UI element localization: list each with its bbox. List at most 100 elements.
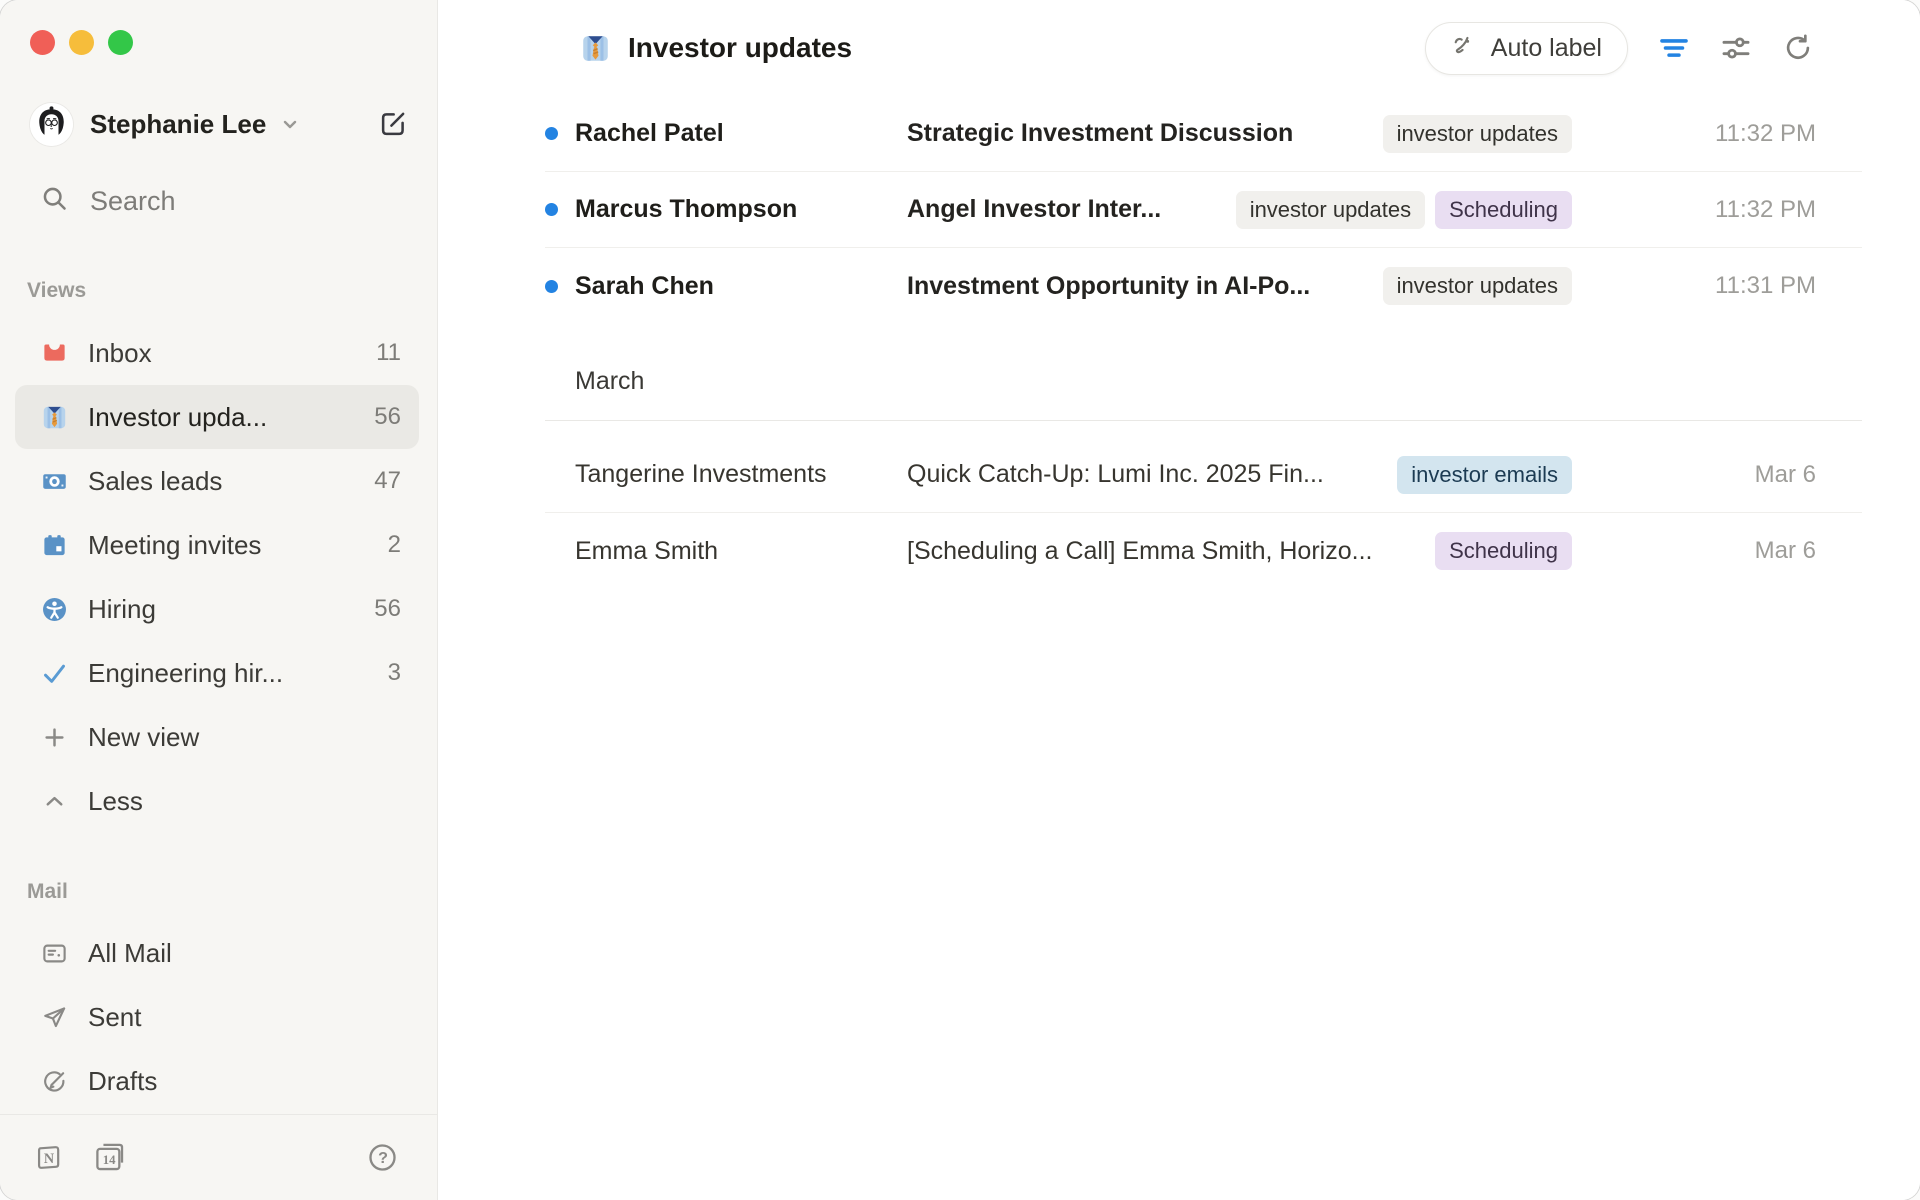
help-icon[interactable]: ? (367, 1142, 398, 1173)
mail-list-nav: All Mail Sent (0, 921, 437, 1113)
sidebar-item-engineering-hiring[interactable]: Engineering hir... 3 (15, 641, 419, 705)
unread-dot (545, 280, 558, 293)
views-section-label: Views (27, 279, 437, 303)
sidebar-footer: N 14 ? (0, 1114, 437, 1200)
plus-icon (40, 723, 68, 751)
sidebar-item-count: 11 (376, 339, 401, 367)
sidebar-item-label: Inbox (88, 338, 376, 369)
sidebar-item-all-mail[interactable]: All Mail (15, 921, 419, 985)
sidebar-item-hiring[interactable]: Hiring 56 (15, 577, 419, 641)
checkmark-icon (40, 659, 68, 687)
sidebar-item-label: Engineering hir... (88, 658, 388, 689)
sidebar-item-sent[interactable]: Sent (15, 985, 419, 1049)
unread-dot (545, 203, 558, 216)
chevron-up-icon (40, 787, 68, 815)
sidebar-item-drafts[interactable]: Drafts (15, 1049, 419, 1113)
close-button[interactable] (30, 30, 55, 55)
views-list: Inbox 11 Investor upda... 56 (0, 321, 437, 833)
compose-button[interactable] (375, 106, 411, 142)
email-row[interactable]: Rachel Patel Strategic Investment Discus… (545, 96, 1862, 172)
envelope-icon (40, 939, 68, 967)
window-controls (0, 0, 437, 55)
email-subject: Investment Opportunity in AI-Po... (907, 272, 1383, 301)
search-input[interactable]: Search (0, 176, 437, 226)
email-time: 11:32 PM (1572, 196, 1862, 224)
sidebar-item-meeting-invites[interactable]: Meeting invites 2 (15, 513, 419, 577)
email-row[interactable]: Tangerine Investments Quick Catch-Up: Lu… (545, 437, 1862, 513)
sidebar-item-sales-leads[interactable]: Sales leads 47 (15, 449, 419, 513)
svg-text:N: N (44, 1151, 55, 1167)
email-sender: Sarah Chen (575, 272, 907, 301)
new-view-button[interactable]: New view (15, 705, 419, 769)
pencil-circle-icon (40, 1067, 68, 1095)
email-time: Mar 6 (1572, 461, 1862, 489)
email-tag[interactable]: investor updates (1383, 115, 1572, 153)
month-section-header: March (575, 368, 1862, 394)
sidebar-item-count: 47 (374, 467, 401, 495)
email-tag[interactable]: investor updates (1383, 267, 1572, 305)
march-rows: Tangerine Investments Quick Catch-Up: Lu… (545, 437, 1862, 589)
display-settings-button[interactable] (1716, 28, 1756, 68)
sidebar-item-inbox[interactable]: Inbox 11 (15, 321, 419, 385)
email-sender: Emma Smith (575, 537, 907, 566)
necktie-emoji-icon (580, 33, 611, 64)
search-placeholder: Search (90, 186, 176, 217)
user-name: Stephanie Lee (90, 109, 266, 140)
filter-button[interactable] (1654, 28, 1694, 68)
sidebar-item-label: Sales leads (88, 466, 374, 497)
avatar (30, 103, 73, 146)
zoom-button[interactable] (108, 30, 133, 55)
email-time: Mar 6 (1572, 537, 1862, 565)
unread-dot (545, 127, 558, 140)
sidebar-item-investor-updates[interactable]: Investor upda... 56 (15, 385, 419, 449)
paper-plane-icon (40, 1003, 68, 1031)
sidebar-item-label: Less (88, 786, 401, 817)
sidebar: Stephanie Lee Search Views (0, 0, 438, 1200)
email-row[interactable]: Marcus Thompson Angel Investor Inter... … (545, 172, 1862, 248)
sidebar-item-count: 56 (374, 403, 401, 431)
calendar-icon (40, 531, 68, 559)
app-window: Stephanie Lee Search Views (0, 0, 1920, 1200)
view-title: Investor updates (580, 32, 852, 64)
accessibility-icon (40, 595, 68, 623)
email-sender: Rachel Patel (575, 119, 907, 148)
chevron-down-icon (278, 112, 302, 136)
sidebar-item-label: Sent (88, 1002, 401, 1033)
email-row[interactable]: Emma Smith [Scheduling a Call] Emma Smit… (545, 513, 1862, 589)
header-actions: Auto label (1425, 22, 1818, 75)
notion-logo-icon[interactable]: N (33, 1142, 64, 1173)
email-subject: Quick Catch-Up: Lumi Inc. 2025 Fin... (907, 460, 1397, 489)
sidebar-item-label: Drafts (88, 1066, 401, 1097)
page-title: Investor updates (628, 32, 852, 64)
email-row[interactable]: Sarah Chen Investment Opportunity in AI-… (545, 248, 1862, 324)
sidebar-item-label: Meeting invites (88, 530, 388, 561)
auto-label-button[interactable]: Auto label (1425, 22, 1628, 75)
sidebar-item-count: 56 (374, 595, 401, 623)
email-tag[interactable]: Scheduling (1435, 532, 1572, 570)
account-switcher[interactable]: Stephanie Lee (0, 99, 437, 149)
sidebar-item-label: All Mail (88, 938, 401, 969)
email-tag[interactable]: investor emails (1397, 456, 1572, 494)
email-time: 11:32 PM (1572, 120, 1862, 148)
minimize-button[interactable] (69, 30, 94, 55)
today-rows: Rachel Patel Strategic Investment Discus… (545, 96, 1862, 324)
email-sender: Marcus Thompson (575, 195, 907, 224)
email-list: Rachel Patel Strategic Investment Discus… (545, 96, 1862, 589)
notion-calendar-icon[interactable]: 14 (92, 1140, 127, 1175)
search-icon (40, 184, 69, 218)
svg-text:?: ? (378, 1149, 388, 1167)
sidebar-item-label: Investor upda... (88, 402, 374, 433)
auto-label-scribble-icon (1451, 33, 1478, 63)
svg-text:14: 14 (103, 1153, 116, 1167)
view-header: Investor updates Auto label (438, 0, 1920, 96)
email-tag[interactable]: investor updates (1236, 191, 1425, 229)
email-subject: [Scheduling a Call] Emma Smith, Horizo..… (907, 537, 1435, 566)
email-subject: Strategic Investment Discussion (907, 119, 1383, 148)
refresh-button[interactable] (1778, 28, 1818, 68)
month-divider (545, 420, 1862, 421)
inbox-tray-icon (40, 339, 68, 367)
collapse-views-button[interactable]: Less (15, 769, 419, 833)
sidebar-item-label: New view (88, 722, 401, 753)
email-tag[interactable]: Scheduling (1435, 191, 1572, 229)
auto-label-text: Auto label (1491, 34, 1602, 63)
